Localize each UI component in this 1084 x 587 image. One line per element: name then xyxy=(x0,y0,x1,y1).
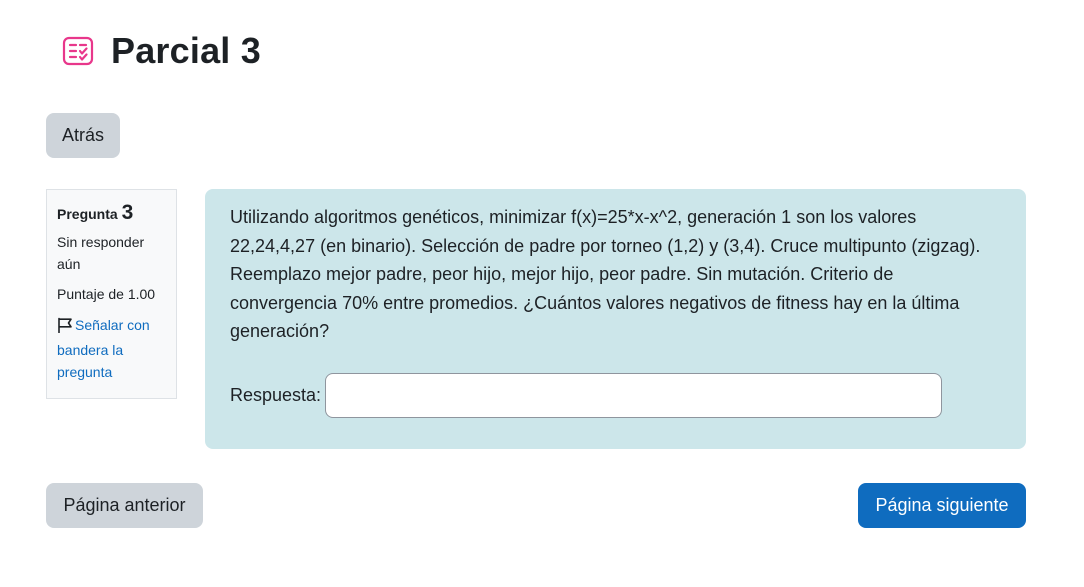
page-header: Parcial 3 xyxy=(62,30,261,72)
page-title: Parcial 3 xyxy=(111,30,261,71)
previous-page-button[interactable]: Página anterior xyxy=(46,483,203,528)
question-number-value: 3 xyxy=(121,201,134,224)
quiz-icon xyxy=(62,35,94,67)
answer-label: Respuesta: xyxy=(230,385,322,405)
question-content: Utilizando algoritmos genéticos, minimiz… xyxy=(205,189,1026,449)
answer-input[interactable] xyxy=(325,373,943,418)
question-state: Sin responder aún xyxy=(57,234,145,272)
question-text: Utilizando algoritmos genéticos, minimiz… xyxy=(230,207,981,341)
flag-icon xyxy=(57,317,73,339)
quiz-page: Parcial 3 Atrás Pregunta 3 Sin responder… xyxy=(0,0,1084,587)
back-button[interactable]: Atrás xyxy=(46,113,120,158)
question-grade: Puntaje de 1.00 xyxy=(57,286,156,302)
question-info-panel: Pregunta 3 Sin responder aún Puntaje de … xyxy=(46,189,177,399)
flag-question-link[interactable]: Señalar con bandera la pregunta xyxy=(57,314,166,383)
next-page-button[interactable]: Página siguiente xyxy=(858,483,1026,528)
question-number-label: Pregunta xyxy=(57,206,118,222)
question-number: Pregunta 3 xyxy=(57,202,166,225)
answer-row: Respuesta: xyxy=(230,373,943,418)
